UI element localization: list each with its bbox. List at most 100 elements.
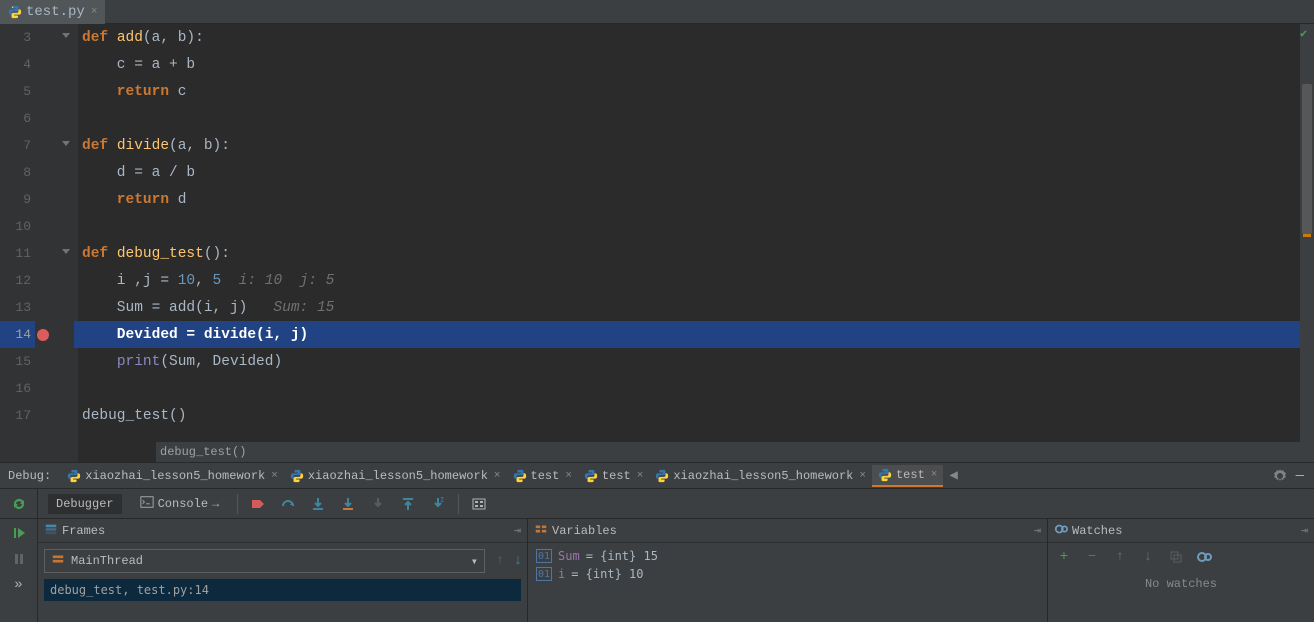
watch-up-icon[interactable]: ↑ xyxy=(1110,547,1130,567)
code-text: d = a / b xyxy=(82,165,195,181)
variables-icon xyxy=(534,522,548,540)
duplicate-watch-icon[interactable] xyxy=(1166,547,1186,567)
debug-run-tab-label: xiaozhai_lesson5_homework xyxy=(308,469,488,483)
line-number: 4 xyxy=(0,57,35,72)
chevron-down-icon[interactable]: ▾ xyxy=(471,554,478,569)
gear-icon[interactable] xyxy=(1270,466,1290,486)
scrollbar-thumb[interactable] xyxy=(1302,84,1312,234)
var-value: = {int} 15 xyxy=(586,549,658,563)
debug-run-tabs: Debug: xiaozhai_lesson5_homework× xiaozh… xyxy=(0,463,1314,489)
inspection-checkmark-icon[interactable]: ✔ xyxy=(1300,26,1312,38)
close-icon[interactable]: × xyxy=(635,470,644,482)
line-number: 15 xyxy=(0,354,35,369)
close-icon[interactable]: × xyxy=(929,469,938,481)
var-name: Sum xyxy=(558,549,580,563)
debug-run-tab-active[interactable]: test× xyxy=(872,465,943,487)
editor-breadcrumb[interactable]: debug_test() xyxy=(156,442,1300,462)
file-tab-label: test.py xyxy=(26,4,85,20)
step-out-icon[interactable] xyxy=(398,494,418,514)
python-run-icon xyxy=(878,468,892,482)
python-run-icon xyxy=(67,469,81,483)
variable-row[interactable]: 01i= {int} 10 xyxy=(532,565,1043,583)
breakpoint-icon[interactable] xyxy=(37,329,49,341)
code-text: c xyxy=(178,84,187,100)
line-number: 14 xyxy=(0,327,35,342)
close-icon[interactable]: × xyxy=(563,470,572,482)
editor-scrollbar[interactable]: ✔ xyxy=(1300,24,1314,462)
line-number: 9 xyxy=(0,192,35,207)
python-run-icon xyxy=(655,469,669,483)
variable-row[interactable]: 01 Sum = {int} 15 xyxy=(532,547,1043,565)
debug-run-tab[interactable]: xiaozhai_lesson5_homework × xyxy=(649,465,872,487)
inline-hint: i: 10 j: 5 xyxy=(221,273,334,289)
debug-run-tab[interactable]: test× xyxy=(507,465,578,487)
show-execution-point-icon[interactable] xyxy=(248,494,268,514)
code-editor: 3 4 5 6 7 8 9 10 11 12 13 14 15 16 17 de… xyxy=(0,24,1314,462)
code-text: (Sum, Devided) xyxy=(160,354,282,370)
svg-text:I: I xyxy=(440,497,444,505)
watch-down-icon[interactable]: ↓ xyxy=(1138,547,1158,567)
python-file-icon xyxy=(8,5,22,19)
breadcrumb-item[interactable]: debug_test() xyxy=(160,445,246,459)
debug-run-tab[interactable]: xiaozhai_lesson5_homework × xyxy=(61,465,284,487)
evaluate-expression-icon[interactable] xyxy=(469,494,489,514)
kw-def: def xyxy=(82,30,117,46)
console-subtab[interactable]: Console→ xyxy=(132,492,228,516)
debug-run-tab-label: test xyxy=(602,469,631,483)
debug-panel-body: » Frames ⇥ MainThread ▾ ↑ ↓ debug_test, … xyxy=(0,519,1314,622)
resume-icon[interactable] xyxy=(9,523,29,543)
line-number: 7 xyxy=(0,138,35,153)
thread-selector[interactable]: MainThread ▾ xyxy=(44,549,485,573)
force-step-into-icon[interactable] xyxy=(368,494,388,514)
file-tab-test[interactable]: test.py × xyxy=(0,0,105,24)
step-over-icon[interactable] xyxy=(278,494,298,514)
debug-run-tab[interactable]: test × xyxy=(578,465,649,487)
close-icon[interactable]: × xyxy=(269,470,278,482)
close-tab-icon[interactable]: × xyxy=(89,6,98,18)
variables-title: Variables xyxy=(552,524,617,538)
debug-run-tab[interactable]: xiaozhai_lesson5_homework × xyxy=(284,465,507,487)
add-watch-icon[interactable]: + xyxy=(1054,547,1074,567)
var-type-icon: 01 xyxy=(536,567,552,581)
code-area[interactable]: def add(a, b): c = a + b return c def di… xyxy=(78,24,1314,462)
line-number: 17 xyxy=(0,408,35,423)
fn-params: (a, b): xyxy=(143,30,204,46)
thread-icon xyxy=(51,552,65,570)
frame-item[interactable]: debug_test, test.py:14 xyxy=(44,579,521,601)
fold-icon[interactable] xyxy=(62,141,72,151)
pin-icon[interactable]: ⇥ xyxy=(1301,523,1308,538)
console-icon xyxy=(140,495,154,513)
debugger-subtab[interactable]: Debugger xyxy=(48,494,122,514)
fn-params: (a, b): xyxy=(169,138,230,154)
show-watches-icon[interactable] xyxy=(1194,547,1214,567)
close-icon[interactable]: × xyxy=(857,470,866,482)
pause-icon[interactable] xyxy=(9,549,29,569)
fold-icon[interactable] xyxy=(62,33,72,43)
remove-watch-icon[interactable]: − xyxy=(1082,547,1102,567)
fold-icon[interactable] xyxy=(62,249,72,259)
scroll-left-icon[interactable]: ◀ xyxy=(949,467,957,484)
editor-tab-bar: test.py × xyxy=(0,0,1314,24)
kw-return: return xyxy=(82,192,178,208)
var-type-icon: 01 xyxy=(536,549,552,563)
prev-frame-icon[interactable]: ↑ xyxy=(491,552,509,570)
close-icon[interactable]: × xyxy=(492,470,501,482)
next-frame-icon[interactable]: ↓ xyxy=(509,552,527,570)
run-to-cursor-icon[interactable]: I xyxy=(428,494,448,514)
debug-run-tab-label: xiaozhai_lesson5_homework xyxy=(85,469,265,483)
var-name: i xyxy=(558,567,565,581)
debug-toolbar: Debugger Console→ I xyxy=(0,489,1314,519)
minimize-icon[interactable]: — xyxy=(1290,468,1310,484)
debug-run-tab-label: test xyxy=(531,469,560,483)
rerun-icon[interactable] xyxy=(9,494,29,514)
pin-icon[interactable]: ⇥ xyxy=(514,523,521,538)
more-icon[interactable]: » xyxy=(9,575,29,595)
line-number: 10 xyxy=(0,219,35,234)
debug-panel: Debug: xiaozhai_lesson5_homework× xiaozh… xyxy=(0,462,1314,622)
step-into-my-code-icon[interactable] xyxy=(338,494,358,514)
step-into-icon[interactable] xyxy=(308,494,328,514)
code-text: d xyxy=(178,192,187,208)
python-run-icon xyxy=(513,469,527,483)
debug-run-tab-label: xiaozhai_lesson5_homework xyxy=(673,469,853,483)
pin-icon[interactable]: ⇥ xyxy=(1034,523,1041,538)
